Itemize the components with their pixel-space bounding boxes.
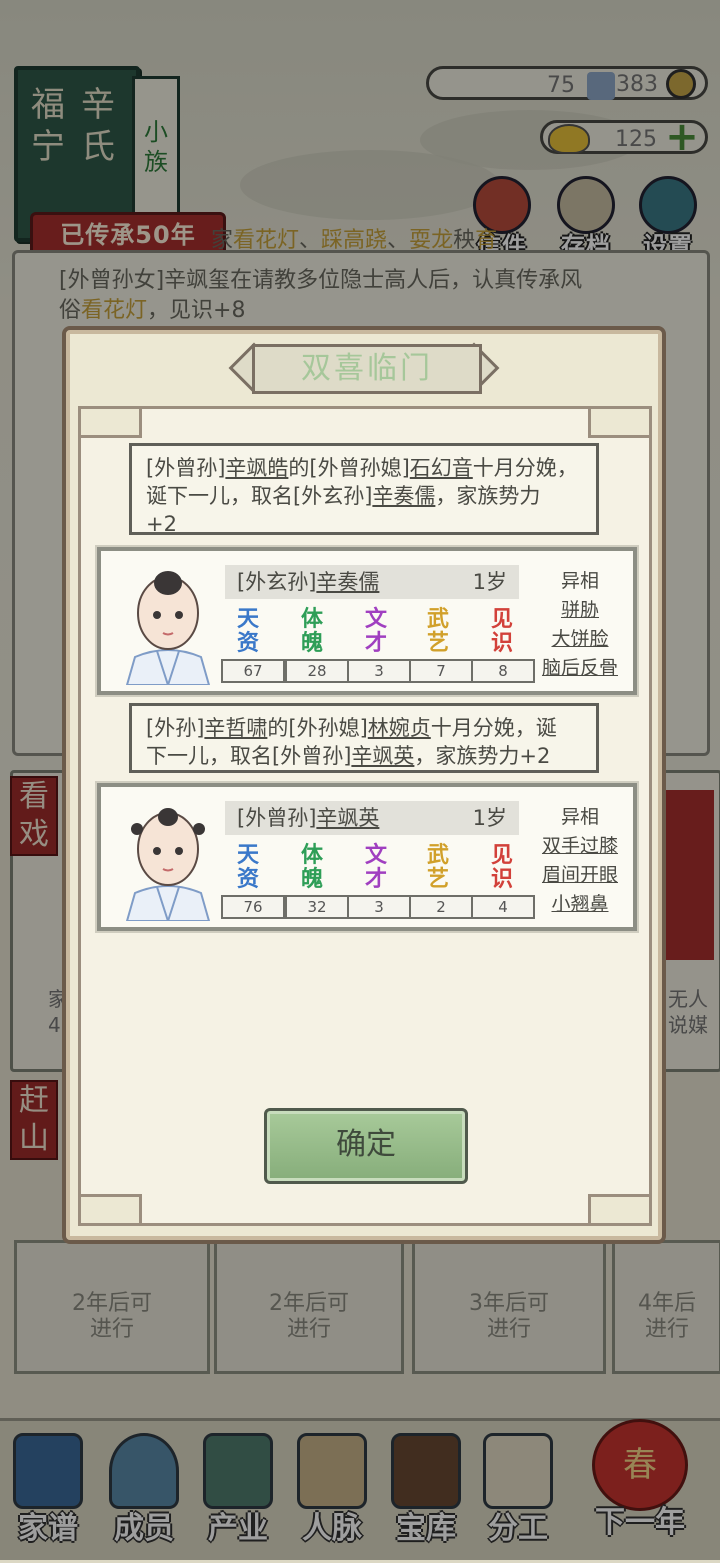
frame-corner bbox=[78, 1194, 142, 1226]
stat-label-literary: 文才 bbox=[364, 606, 387, 656]
stat-value-literary: 3 bbox=[347, 659, 411, 683]
stat-label-literary: 文才 bbox=[364, 842, 387, 892]
frame-corner bbox=[588, 406, 652, 438]
dialog-title: 双喜临门 bbox=[252, 344, 482, 394]
newborn-name: 辛飒英 bbox=[316, 806, 380, 830]
stat-label-knowledge: 见识 bbox=[490, 606, 513, 656]
stat-value-knowledge: 8 bbox=[471, 659, 535, 683]
traits-title: 异相 bbox=[560, 570, 599, 592]
trait[interactable]: 眉间开眼 bbox=[535, 861, 625, 890]
frame-corner bbox=[78, 406, 142, 438]
stat-label-physique: 体魄 bbox=[300, 842, 323, 892]
stat-label-talent: 天资 bbox=[236, 606, 259, 656]
twin-joy-dialog: 双喜临门 [外曾孙]辛飒皓的[外曾孙媳]石幻音十月分娩，诞下一儿，取名[外玄孙]… bbox=[62, 326, 666, 1244]
stat-value-martial: 7 bbox=[409, 659, 473, 683]
stat-value-literary: 3 bbox=[347, 895, 411, 919]
trait[interactable]: 小翘鼻 bbox=[535, 890, 625, 919]
stat-label-martial: 武艺 bbox=[426, 842, 449, 892]
newborn-name-bar: [外曾孙]辛飒英 1岁 bbox=[225, 801, 519, 835]
newborn-age: 1岁 bbox=[472, 806, 507, 830]
stat-value-talent: 67 bbox=[221, 659, 285, 683]
stat-value-knowledge: 4 bbox=[471, 895, 535, 919]
dialog-inner-frame: [外曾孙]辛飒皓的[外曾孙媳]石幻音十月分娩，诞下一儿，取名[外玄孙]辛奏儒，家… bbox=[78, 406, 652, 1226]
stat-label-physique: 体魄 bbox=[300, 606, 323, 656]
birth-event-message: [外曾孙]辛飒皓的[外曾孙媳]石幻音十月分娩，诞下一儿，取名[外玄孙]辛奏儒，家… bbox=[129, 443, 599, 536]
stat-value-talent: 76 bbox=[221, 895, 285, 919]
dialog-title-plate: 双喜临门 bbox=[228, 338, 500, 394]
trait[interactable]: 脑后反骨 bbox=[535, 654, 625, 683]
trait[interactable]: 大饼脸 bbox=[535, 625, 625, 654]
newborn-card[interactable]: [外玄孙]辛奏儒 1岁 天资 体魄 文才 武艺 见识 67 28 3 7 8 异… bbox=[95, 545, 639, 697]
stat-value-physique: 28 bbox=[285, 659, 349, 683]
traits-title: 异相 bbox=[560, 806, 599, 828]
newborn-traits: 异相 双手过膝 眉间开眼 小翘鼻 bbox=[535, 803, 625, 919]
newborn-age: 1岁 bbox=[472, 570, 507, 594]
newborn-name-bar: [外玄孙]辛奏儒 1岁 bbox=[225, 565, 519, 599]
trait[interactable]: 双手过膝 bbox=[535, 832, 625, 861]
stat-label-knowledge: 见识 bbox=[490, 842, 513, 892]
stat-label-martial: 武艺 bbox=[426, 606, 449, 656]
newborn-traits: 异相 骈胁 大饼脸 脑后反骨 bbox=[535, 567, 625, 683]
trait[interactable]: 骈胁 bbox=[535, 596, 625, 625]
baby-avatar bbox=[125, 808, 211, 921]
birth-event-message: [外孙]辛哲啸的[外孙媳]林婉贞十月分娩，诞 下一儿，取名[外曾孙]辛飒英，家族势… bbox=[129, 703, 599, 773]
baby-avatar bbox=[125, 571, 211, 685]
frame-corner bbox=[588, 1194, 652, 1226]
newborn-name: 辛奏儒 bbox=[316, 570, 380, 594]
confirm-button[interactable]: 确定 bbox=[264, 1108, 468, 1184]
stat-value-physique: 32 bbox=[285, 895, 349, 919]
newborn-card[interactable]: [外曾孙]辛飒英 1岁 天资 体魄 文才 武艺 见识 76 32 3 2 4 异… bbox=[95, 781, 639, 933]
stat-value-martial: 2 bbox=[409, 895, 473, 919]
stat-label-talent: 天资 bbox=[236, 842, 259, 892]
